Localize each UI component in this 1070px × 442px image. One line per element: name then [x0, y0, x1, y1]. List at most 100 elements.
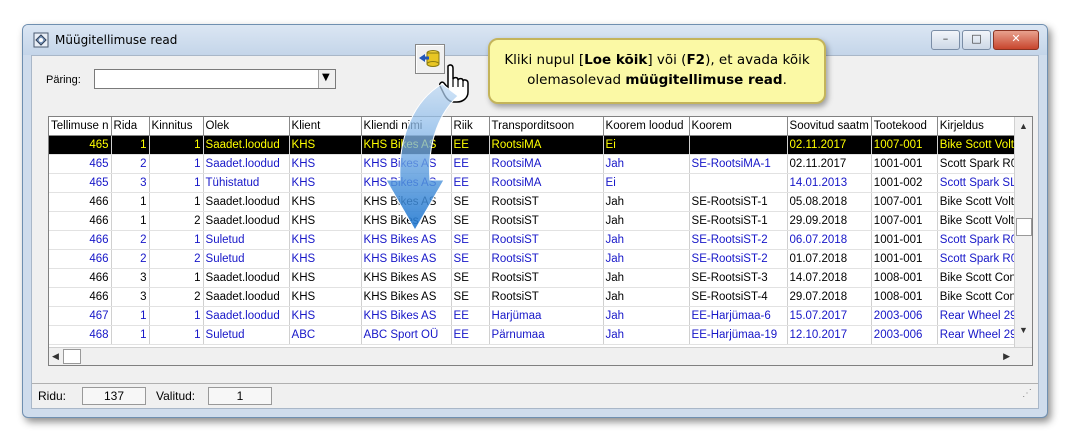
table-cell[interactable]: ABC [289, 325, 362, 345]
table-cell[interactable] [689, 173, 788, 193]
table-cell[interactable]: 466 [49, 268, 112, 288]
table-cell[interactable]: 1 [149, 325, 204, 345]
table-cell[interactable]: Saadet.loodud [203, 287, 290, 307]
table-row[interactable]: 46531TühistatudKHSKHS Bikes ASEERootsiMA… [49, 173, 1021, 193]
column-header[interactable]: Klient [289, 117, 362, 136]
table-cell[interactable]: 1001-001 [871, 154, 938, 174]
table-cell[interactable]: 468 [49, 325, 112, 345]
table-cell[interactable]: KHS [289, 211, 362, 231]
table-cell[interactable]: Jah [603, 268, 690, 288]
table-cell[interactable]: Suletud [203, 325, 290, 345]
table-cell[interactable]: RootsiST [489, 287, 604, 307]
table-cell[interactable]: Saadet.loodud [203, 135, 290, 155]
table-cell[interactable]: SE [451, 287, 490, 307]
column-header[interactable]: Transporditsoon [489, 117, 604, 136]
table-cell[interactable]: Suletud [203, 249, 290, 269]
table-row[interactable]: 46521Saadet.loodudKHSKHS Bikes ASEERoots… [49, 154, 1021, 174]
table-cell[interactable]: KHS [289, 135, 362, 155]
table-cell[interactable]: 1008-001 [871, 287, 938, 307]
table-cell[interactable]: 14.07.2018 [787, 268, 872, 288]
table-cell[interactable]: EE [451, 325, 490, 345]
table-cell[interactable]: 14.01.2013 [787, 173, 872, 193]
table-row[interactable]: 467 1 1 Saadet.loodud KHS KHS Bikes AS EE Harjü… [49, 306, 1021, 326]
table-cell[interactable]: 02.11.2017 [787, 154, 872, 174]
scroll-up-icon[interactable]: ▲ [1019, 121, 1028, 131]
table-cell[interactable]: Scott Spark SL [937, 173, 1021, 193]
table-cell[interactable]: 2 [111, 154, 150, 174]
query-dropdown-button[interactable]: ▼ [318, 70, 335, 88]
table-cell[interactable]: Saadet.loodud [203, 192, 290, 212]
table-cell[interactable]: KHS [289, 249, 362, 269]
table-cell[interactable]: 1 [149, 306, 204, 326]
close-button[interactable]: ✕ [993, 30, 1039, 50]
table-cell[interactable]: Saadet.loodud [203, 306, 290, 326]
table-cell[interactable]: 15.07.2017 [787, 306, 872, 326]
horizontal-scrollbar[interactable]: ◀ ▶ [49, 347, 1032, 365]
table-cell[interactable]: KHS [289, 173, 362, 193]
table-cell[interactable]: 1001-001 [871, 230, 938, 250]
table-cell[interactable]: 1007-001 [871, 135, 938, 155]
table-cell[interactable]: SE-RootsiST-1 [689, 211, 788, 231]
table-row[interactable]: 465 1 1 Saadet.loodud KHS KHS Bikes AS EE Roots… [49, 135, 1021, 155]
table-cell[interactable]: SE-RootsiST-1 [689, 192, 788, 212]
table-cell[interactable]: EE-Harjümaa-19 [689, 325, 788, 345]
column-header[interactable]: Kirjeldus [937, 117, 1021, 136]
column-header[interactable]: Koorem loodud [603, 117, 690, 136]
table-cell[interactable]: Bike Scott Volt [937, 135, 1021, 155]
table-cell[interactable]: SE-RootsiST-2 [689, 230, 788, 250]
vertical-scroll-thumb[interactable] [1016, 218, 1032, 236]
table-cell[interactable]: 1008-001 [871, 268, 938, 288]
table-cell[interactable]: Scott Spark R0 [937, 154, 1021, 174]
table-cell[interactable]: Suletud [203, 230, 290, 250]
table-cell[interactable]: SE-RootsiST-3 [689, 268, 788, 288]
table-cell[interactable]: 2 [111, 249, 150, 269]
table-cell[interactable]: Rear Wheel 29 [937, 325, 1021, 345]
table-row[interactable]: 466 3 1 Saadet.loodud KHS KHS Bikes AS SE Roots… [49, 268, 1021, 288]
table-cell[interactable]: KHS [289, 287, 362, 307]
table-cell[interactable]: 2 [111, 230, 150, 250]
scroll-down-icon[interactable]: ▼ [1019, 325, 1028, 335]
table-cell[interactable]: 2 [149, 287, 204, 307]
column-header[interactable]: Kinnitus [149, 117, 204, 136]
table-cell[interactable]: RootsiMA [489, 154, 604, 174]
table-cell[interactable]: Bike Scott Volt [937, 192, 1021, 212]
table-cell[interactable]: 465 [49, 173, 112, 193]
table-cell[interactable]: Saadet.loodud [203, 211, 290, 231]
table-cell[interactable]: 1 [111, 306, 150, 326]
table-cell[interactable]: Harjümaa [489, 306, 604, 326]
table-cell[interactable]: 1001-002 [871, 173, 938, 193]
table-cell[interactable]: KHS [289, 306, 362, 326]
table-cell[interactable]: 466 [49, 211, 112, 231]
table-cell[interactable]: 3 [111, 173, 150, 193]
query-select[interactable]: ▼ [94, 69, 336, 89]
table-cell[interactable]: Jah [603, 249, 690, 269]
table-cell[interactable]: Jah [603, 192, 690, 212]
table-cell[interactable]: 29.07.2018 [787, 287, 872, 307]
order-lines-grid[interactable]: Tellimuse n Rida Kinnitus Olek Klient Kliendi… [48, 116, 1033, 366]
table-cell[interactable]: 02.11.2017 [787, 135, 872, 155]
table-cell[interactable]: 3 [111, 287, 150, 307]
table-cell[interactable]: RootsiST [489, 268, 604, 288]
table-cell[interactable]: KHS [289, 154, 362, 174]
table-cell[interactable]: 12.10.2017 [787, 325, 872, 345]
table-cell[interactable]: 1 [149, 268, 204, 288]
table-cell[interactable]: Bike Scott Con [937, 268, 1021, 288]
table-cell[interactable]: 466 [49, 192, 112, 212]
column-header[interactable]: Koorem [689, 117, 788, 136]
column-header[interactable]: Soovitud saatm [787, 117, 872, 136]
table-row[interactable]: 466 1 2 Saadet.loodud KHS KHS Bikes AS SE Roots… [49, 211, 1021, 231]
table-cell[interactable]: RootsiMA [489, 173, 604, 193]
column-header[interactable]: Tellimuse n [49, 117, 112, 136]
table-cell[interactable]: 465 [49, 154, 112, 174]
table-cell[interactable]: KHS [289, 230, 362, 250]
table-cell[interactable]: 3 [111, 268, 150, 288]
table-cell[interactable]: Rear Wheel 29 [937, 306, 1021, 326]
table-cell[interactable]: 1 [111, 211, 150, 231]
table-cell[interactable]: Jah [603, 211, 690, 231]
table-cell[interactable]: KHS Bikes AS [361, 306, 452, 326]
table-cell[interactable]: Saadet.loodud [203, 154, 290, 174]
vertical-scrollbar[interactable]: ▲ ▼ [1014, 117, 1032, 347]
maximize-button[interactable]: □ [962, 30, 991, 50]
table-cell[interactable]: RootsiST [489, 230, 604, 250]
table-row[interactable]: 46611Saadet.loodudKHSKHS Bikes ASSERoots… [49, 192, 1021, 212]
